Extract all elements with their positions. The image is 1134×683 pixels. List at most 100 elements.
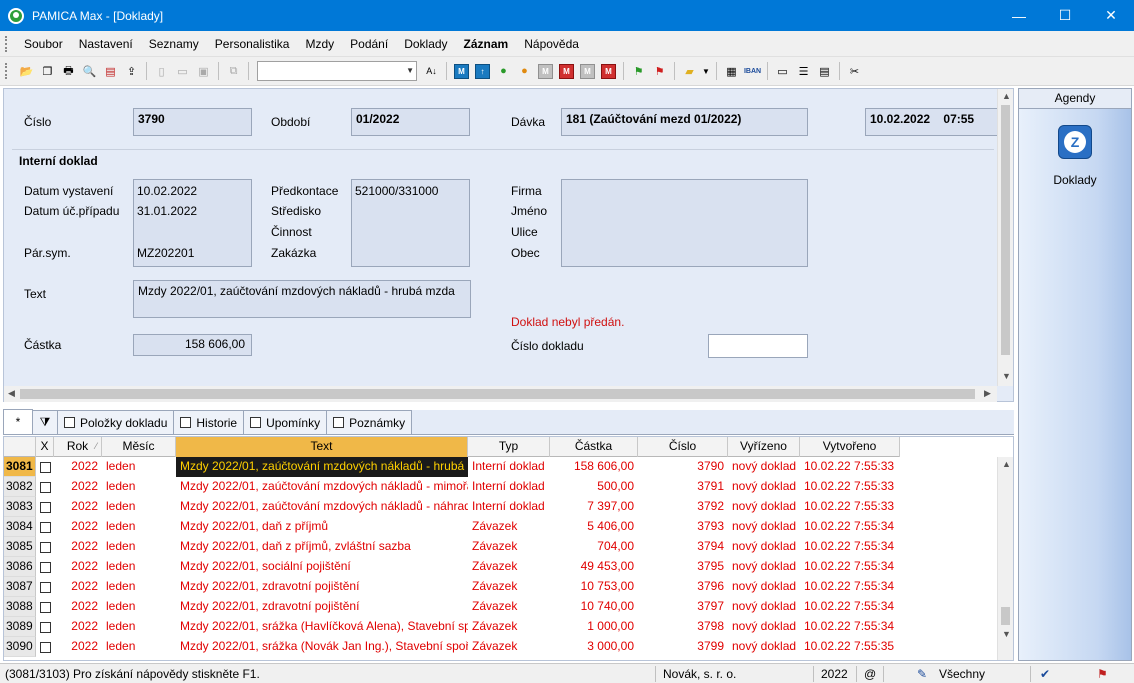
typ-cell[interactable]: Interní doklad — [468, 497, 550, 517]
cislo-cell[interactable]: 3792 — [638, 497, 728, 517]
doklady-agenda-icon[interactable]: Z — [1058, 125, 1092, 159]
typ-cell[interactable]: Závazek — [468, 537, 550, 557]
preview-icon[interactable]: 🔍 — [80, 62, 99, 81]
copy-icon[interactable]: ❐ — [38, 62, 57, 81]
mesic-cell[interactable]: leden — [102, 517, 176, 537]
col-id[interactable] — [4, 437, 36, 457]
maximize-button[interactable]: ☐ — [1042, 0, 1088, 31]
row-checkbox[interactable] — [39, 561, 51, 573]
text-cell[interactable]: Mzdy 2022/01, zaúčtování mzdových náklad… — [176, 477, 468, 497]
mesic-cell[interactable]: leden — [102, 597, 176, 617]
vyrizeno-cell[interactable]: nový doklad — [728, 617, 800, 637]
person-up-icon[interactable]: ↑ — [475, 63, 490, 79]
cislo-cell[interactable]: 3793 — [638, 517, 728, 537]
vyrizeno-cell[interactable]: nový doklad — [728, 517, 800, 537]
menu-podani[interactable]: Podání — [342, 37, 396, 51]
par-sym-field[interactable]: MZ202201 — [137, 246, 194, 260]
row-checkbox-cell[interactable] — [36, 597, 54, 617]
vytvoreno-cell[interactable]: 10.02.22 7:55:34 — [800, 577, 900, 597]
print-icon[interactable]: 🖶 — [59, 62, 78, 81]
castka-cell[interactable]: 3 000,00 — [550, 637, 638, 657]
predkontace-field[interactable]: 521000/331000 — [355, 184, 438, 198]
menu-zaznam[interactable]: Záznam — [456, 37, 517, 51]
row-checkbox-cell[interactable] — [36, 517, 54, 537]
castka-cell[interactable]: 49 453,00 — [550, 557, 638, 577]
col-typ[interactable]: Typ — [468, 437, 550, 457]
window-icon[interactable]: ▭ — [773, 62, 792, 81]
row-checkbox[interactable] — [39, 601, 51, 613]
table-row[interactable]: 3081 2022 leden Mzdy 2022/01, zaúčtování mz… — [4, 457, 900, 477]
folder-dropdown-icon[interactable]: ▼ — [701, 62, 711, 81]
table-row[interactable]: 3083 2022 leden Mzdy 2022/01, zaúčtování mz… — [4, 497, 900, 517]
table-row[interactable]: 3084 2022 leden Mzdy 2022/01, daň z příjmů Z… — [4, 517, 900, 537]
table-row[interactable]: 3088 2022 leden Mzdy 2022/01, zdravotní poj… — [4, 597, 900, 617]
text-cell[interactable]: Mzdy 2022/01, zdravotní pojištění — [176, 577, 468, 597]
vyrizeno-cell[interactable]: nový doklad — [728, 577, 800, 597]
castka-cell[interactable]: 10 740,00 — [550, 597, 638, 617]
mail-red-icon[interactable]: M — [559, 63, 574, 79]
new-doc-icon[interactable]: ▯ — [152, 62, 171, 81]
cislo-dokladu-input[interactable] — [708, 334, 808, 358]
table-row[interactable]: 3089 2022 leden Mzdy 2022/01, srážka (Havlí… — [4, 617, 900, 637]
text-field[interactable]: Mzdy 2022/01, zaúčtování mzdových náklad… — [133, 280, 471, 318]
pdf-icon[interactable]: ▤ — [101, 62, 120, 81]
table-row[interactable]: 3087 2022 leden Mzdy 2022/01, zdravotní poj… — [4, 577, 900, 597]
scroll-left-icon[interactable]: ◀ — [8, 388, 15, 399]
col-mesic[interactable]: Měsíc — [102, 437, 176, 457]
davka-field[interactable]: 181 (Zaúčtování mezd 01/2022) — [561, 108, 808, 136]
rok-cell[interactable]: 2022 — [54, 477, 102, 497]
cislo-cell[interactable]: 3798 — [638, 617, 728, 637]
rok-cell[interactable]: 2022 — [54, 597, 102, 617]
person-green-icon[interactable]: ● — [494, 62, 513, 81]
rok-cell[interactable]: 2022 — [54, 457, 102, 477]
vyrizeno-cell[interactable]: nový doklad — [728, 637, 800, 657]
rok-cell[interactable]: 2022 — [54, 637, 102, 657]
row-checkbox-cell[interactable] — [36, 637, 54, 657]
flag-red-icon[interactable]: ⚑ — [650, 62, 669, 81]
row-id-cell[interactable]: 3084 — [4, 517, 36, 537]
row-checkbox[interactable] — [39, 481, 51, 493]
castka-field[interactable]: 158 606,00 — [133, 334, 252, 356]
mail-grey-icon[interactable]: M — [538, 63, 553, 79]
row-id-cell[interactable]: 3082 — [4, 477, 36, 497]
note-icon[interactable]: ▤ — [815, 62, 834, 81]
row-id-cell[interactable]: 3089 — [4, 617, 36, 637]
mesic-cell[interactable]: leden — [102, 617, 176, 637]
close-button[interactable]: ✕ — [1088, 0, 1134, 31]
menu-mzdy[interactable]: Mzdy — [297, 37, 342, 51]
check-icon[interactable]: ✔ — [1040, 667, 1050, 681]
text-cell[interactable]: Mzdy 2022/01, sociální pojištění — [176, 557, 468, 577]
row-id-cell[interactable]: 3083 — [4, 497, 36, 517]
mail-grey-2-icon[interactable]: M — [580, 63, 595, 79]
vytvoreno-cell[interactable]: 10.02.22 7:55:33 — [800, 497, 900, 517]
menu-personalistika[interactable]: Personalistika — [207, 37, 298, 51]
row-id-cell[interactable]: 3085 — [4, 537, 36, 557]
doklady-agenda-label[interactable]: Doklady — [1019, 173, 1131, 187]
tab-star[interactable]: * — [3, 409, 33, 434]
castka-cell[interactable]: 158 606,00 — [550, 457, 638, 477]
vyrizeno-cell[interactable]: nový doklad — [728, 557, 800, 577]
firma-box[interactable] — [561, 179, 808, 267]
vytvoreno-cell[interactable]: 10.02.22 7:55:33 — [800, 477, 900, 497]
tab-historie[interactable]: Historie — [173, 410, 245, 434]
menu-nastaveni[interactable]: Nastavení — [71, 37, 141, 51]
col-vyrizeno[interactable]: Vyřízeno — [728, 437, 800, 457]
row-checkbox-cell[interactable] — [36, 477, 54, 497]
typ-cell[interactable]: Závazek — [468, 517, 550, 537]
vytvoreno-cell[interactable]: 10.02.22 7:55:33 — [800, 457, 900, 477]
mesic-cell[interactable]: leden — [102, 497, 176, 517]
vytvoreno-cell[interactable]: 10.02.22 7:55:34 — [800, 617, 900, 637]
status-filter[interactable]: Všechny — [939, 667, 985, 681]
table-row[interactable]: 3085 2022 leden Mzdy 2022/01, daň z příjmů,… — [4, 537, 900, 557]
vyrizeno-cell[interactable]: nový doklad — [728, 597, 800, 617]
vyrizeno-cell[interactable]: nový doklad — [728, 477, 800, 497]
calculator-icon[interactable]: ▦ — [722, 62, 741, 81]
tab-poznamky[interactable]: Poznámky — [326, 410, 413, 434]
table-row[interactable]: 3090 2022 leden Mzdy 2022/01, srážka (Novák… — [4, 637, 900, 657]
menu-napoveda[interactable]: Nápověda — [516, 37, 587, 51]
menu-soubor[interactable]: Soubor — [16, 37, 71, 51]
open-icon[interactable]: 📂 — [17, 62, 36, 81]
col-text[interactable]: Text — [176, 437, 468, 457]
row-checkbox-cell[interactable] — [36, 457, 54, 477]
cislo-cell[interactable]: 3799 — [638, 637, 728, 657]
